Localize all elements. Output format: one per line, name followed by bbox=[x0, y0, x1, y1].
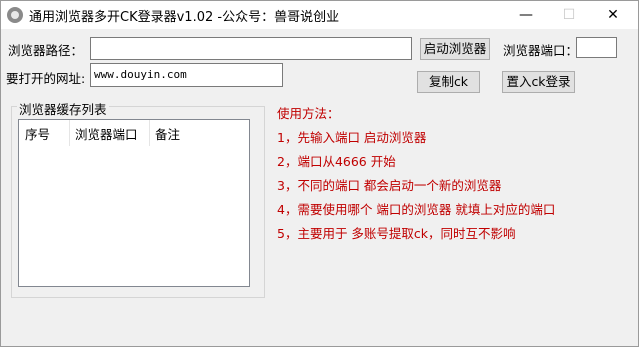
usage-title: 使用方法： bbox=[277, 106, 340, 121]
column-header-note[interactable]: 备注 bbox=[155, 124, 180, 143]
copy-ck-button[interactable]: 复制ck bbox=[417, 71, 480, 93]
window-title: 通用浏览器多开CK登录器v1.02 -公众号：兽哥说创业 bbox=[29, 10, 340, 25]
maximize-button[interactable]: ☐ bbox=[549, 1, 589, 29]
browser-path-input[interactable] bbox=[90, 37, 412, 60]
minimize-button[interactable]: — bbox=[506, 1, 546, 29]
usage-step: 2，端口从4666 开始 bbox=[277, 154, 396, 169]
cache-list-view[interactable]: 序号 浏览器端口 备注 bbox=[18, 119, 250, 287]
column-divider[interactable] bbox=[149, 120, 150, 146]
import-ck-login-button[interactable]: 置入ck登录 bbox=[502, 71, 575, 93]
usage-step: 3，不同的端口 都会启动一个新的浏览器 bbox=[277, 178, 502, 193]
title-bar[interactable]: 通用浏览器多开CK登录器v1.02 -公众号：兽哥说创业 — ☐ ✕ bbox=[1, 1, 638, 29]
browser-port-input[interactable] bbox=[576, 37, 617, 58]
usage-step: 1，先输入端口 启动浏览器 bbox=[277, 130, 427, 145]
launch-browser-button[interactable]: 启动浏览器 bbox=[420, 38, 490, 60]
usage-step: 5，主要用于 多账号提取ck，同时互不影响 bbox=[277, 226, 516, 241]
app-icon bbox=[7, 7, 23, 23]
url-input[interactable]: www.douyin.com bbox=[90, 63, 283, 87]
app-window: 通用浏览器多开CK登录器v1.02 -公众号：兽哥说创业 — ☐ ✕ 浏览器路径… bbox=[0, 0, 639, 347]
column-divider[interactable] bbox=[69, 120, 70, 146]
usage-step: 4，需要使用哪个 端口的浏览器 就填上对应的端口 bbox=[277, 202, 556, 217]
close-button[interactable]: ✕ bbox=[593, 1, 633, 29]
column-header-index[interactable]: 序号 bbox=[25, 124, 50, 143]
browser-port-label: 浏览器端口： bbox=[503, 43, 579, 58]
url-label: 要打开的网址: bbox=[6, 71, 86, 86]
cache-list-title: 浏览器缓存列表 bbox=[17, 99, 109, 118]
browser-path-label: 浏览器路径： bbox=[8, 43, 84, 58]
column-header-port[interactable]: 浏览器端口 bbox=[75, 124, 138, 143]
